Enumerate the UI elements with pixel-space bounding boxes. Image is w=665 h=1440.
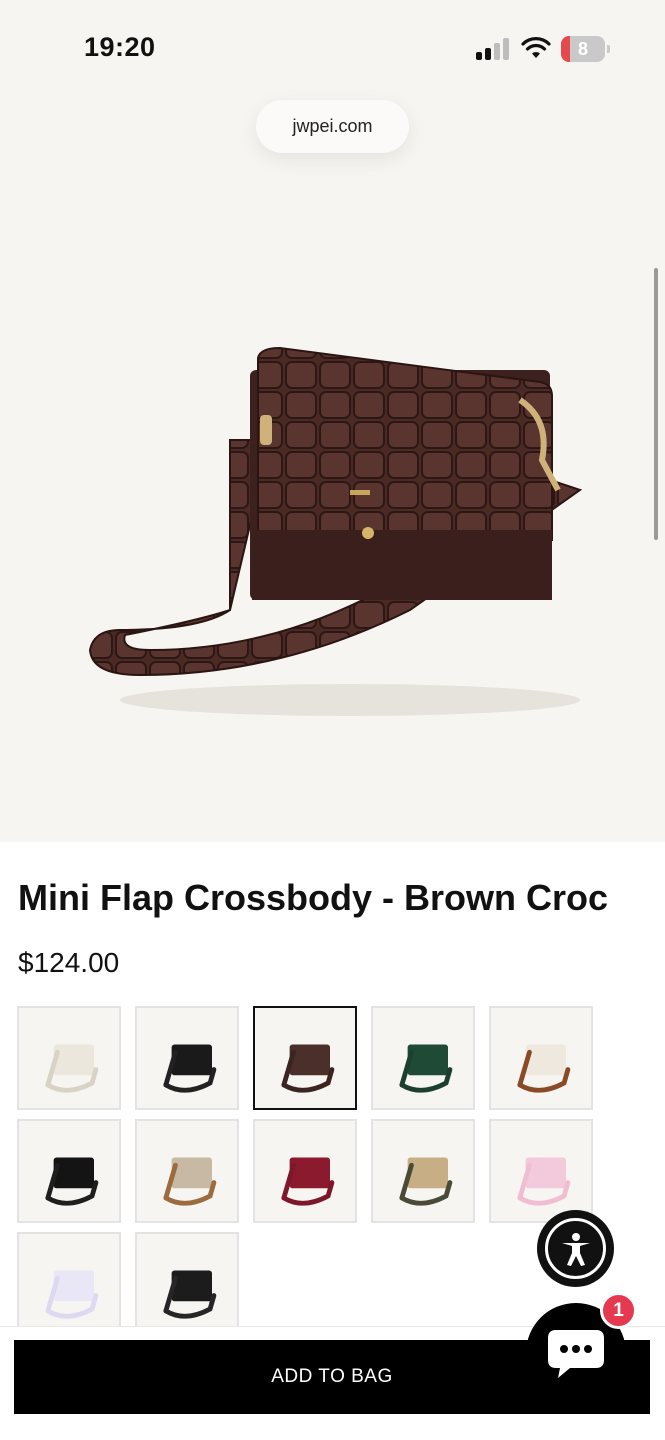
color-swatch-burgundy[interactable] <box>253 1119 357 1223</box>
color-swatch-cream-brown[interactable] <box>489 1006 593 1110</box>
bag-thumbnail <box>163 1044 217 1093</box>
bag-thumbnail <box>45 1270 99 1319</box>
battery-icon: 8 <box>561 36 611 62</box>
color-swatch-tan-olive[interactable] <box>371 1119 475 1223</box>
color-swatch-black[interactable] <box>135 1006 239 1110</box>
color-swatch-ivory[interactable] <box>17 1006 121 1110</box>
bag-thumbnail <box>517 1157 571 1206</box>
url-bar[interactable]: jwpei.com <box>256 100 409 153</box>
color-swatch-pink[interactable] <box>489 1119 593 1223</box>
battery-level: 8 <box>577 39 588 59</box>
color-swatch-lilac[interactable] <box>17 1232 121 1336</box>
chat-bubble-icon <box>548 1330 604 1378</box>
scrollbar[interactable] <box>654 268 658 540</box>
accessibility-icon <box>561 1232 590 1266</box>
bag-thumbnail <box>399 1157 453 1206</box>
brown-croc-crossbody-bag-photo <box>88 346 583 716</box>
bag-thumbnail <box>163 1157 217 1206</box>
color-swatch-black-2[interactable] <box>17 1119 121 1223</box>
chat-notification-badge: 1 <box>600 1292 637 1329</box>
product-price: $124.00 <box>18 947 120 978</box>
color-swatch-dark-green[interactable] <box>371 1006 475 1110</box>
status-time: 19:20 <box>84 32 156 62</box>
accessibility-button[interactable] <box>537 1210 614 1287</box>
color-swatch-monogram-tan[interactable] <box>135 1119 239 1223</box>
bag-thumbnail <box>517 1044 571 1093</box>
wifi-icon <box>521 37 551 58</box>
bag-thumbnail <box>45 1044 99 1093</box>
bag-thumbnail <box>281 1044 335 1093</box>
color-swatch-black-monogram[interactable] <box>135 1232 239 1336</box>
bag-thumbnail <box>163 1270 217 1319</box>
status-bar: 19:20 8 <box>0 0 665 100</box>
bag-thumbnail <box>45 1157 99 1206</box>
color-swatch-brown-croc[interactable] <box>253 1006 357 1110</box>
product-title: Mini Flap Crossbody - Brown Croc <box>18 877 609 918</box>
cellular-signal-icon <box>476 38 510 60</box>
bag-thumbnail <box>399 1044 453 1093</box>
bag-thumbnail <box>281 1157 335 1206</box>
